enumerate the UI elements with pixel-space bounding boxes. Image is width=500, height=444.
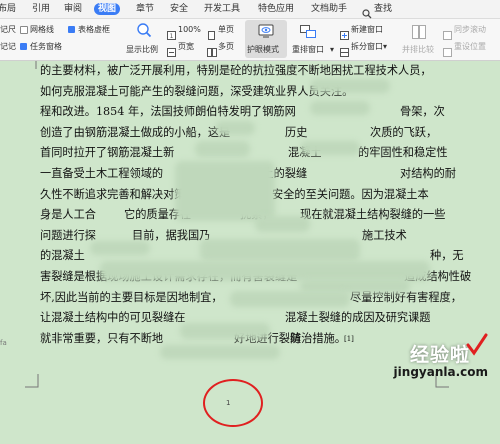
body-line: 程和改进。1854 年，法国技师朗伯特发明了钢筋网 骨架，次 xyxy=(40,105,445,119)
new-window-button[interactable]: 新建窗口 xyxy=(351,25,383,35)
menu-review[interactable]: 审阅 xyxy=(60,3,86,15)
zoom-100-button[interactable]: 100% xyxy=(178,25,201,35)
multi-page-icon[interactable] xyxy=(207,42,217,61)
chevron-down-icon[interactable]: ▾ xyxy=(383,42,387,52)
eye-mode-button[interactable]: 护眼模式 xyxy=(245,20,287,58)
search-label[interactable]: 查找 xyxy=(370,3,396,15)
document-page[interactable]: fa 的主要材料，被广泛开展利用，特别是砼的抗拉强度不断地困扰工程技术人员， 如… xyxy=(0,61,500,444)
gridlines-label: 网格线 xyxy=(30,25,54,34)
gridlines-checkbox[interactable] xyxy=(20,26,28,34)
menu-developer-tools[interactable]: 开发工具 xyxy=(200,3,244,15)
blur-patch xyxy=(310,101,370,115)
watermark-text: 经验啦 xyxy=(409,344,470,366)
watermark-url: jingyanla.com xyxy=(393,365,488,379)
task-pane-checkbox[interactable] xyxy=(20,43,27,50)
blur-patch xyxy=(90,241,150,255)
eye-icon xyxy=(258,23,274,42)
ribbon-toolbar: 记尺 记记 网格线 表格虚框 任务窗格 显示比例 1 100% 页宽 单页 多页… xyxy=(0,19,500,61)
body-line: 如何克服混凝土可能产生的裂缝问题，深受建筑业界人员关注。 xyxy=(40,84,354,98)
top-left-corner-mark xyxy=(35,61,37,69)
rearrange-window-button[interactable]: 重排窗口 xyxy=(292,45,324,55)
menu-security[interactable]: 安全 xyxy=(166,3,192,15)
bottom-left-corner-mark xyxy=(25,374,39,388)
table-borders-checkbox[interactable] xyxy=(68,26,75,33)
left-margin-mark: fa xyxy=(0,339,7,347)
blur-patch xyxy=(300,141,360,155)
task-pane-label: 任务窗格 xyxy=(30,42,62,51)
multi-page-button[interactable]: 多页 xyxy=(218,42,234,52)
menu-view[interactable]: 视图 xyxy=(94,3,121,15)
eye-mode-label: 护眼模式 xyxy=(247,45,279,54)
blur-patch xyxy=(175,161,275,221)
blur-patch xyxy=(180,323,270,339)
single-page-button[interactable]: 单页 xyxy=(218,25,234,35)
sync-scroll-button[interactable]: 同步滚动 xyxy=(454,25,486,35)
zoom-label[interactable]: 显示比例 xyxy=(126,45,158,55)
check-icon xyxy=(466,333,488,361)
blur-patch xyxy=(100,261,430,281)
svg-text:1: 1 xyxy=(170,33,174,40)
split-window-icon[interactable] xyxy=(340,42,349,61)
page-width-icon[interactable] xyxy=(167,42,176,61)
zoom-icon[interactable] xyxy=(136,22,152,42)
chevron-down-icon[interactable]: ▾ xyxy=(330,45,334,55)
menu-special-apps[interactable]: 特色应用 xyxy=(254,3,298,15)
annotation-circle xyxy=(203,379,263,427)
blur-patch xyxy=(310,79,390,93)
split-window-button[interactable]: 拆分窗口 xyxy=(351,42,383,52)
reset-position-icon[interactable] xyxy=(443,42,452,61)
citation-marker[interactable]: [1] xyxy=(344,329,354,350)
blur-patch xyxy=(215,121,255,135)
blur-patch xyxy=(255,216,310,232)
blur-patch xyxy=(195,141,250,157)
menu-doc-assistant[interactable]: 文档助手 xyxy=(307,3,351,15)
menu-bar: 布局 引用 审阅 视图 章节 安全 开发工具 特色应用 文档助手 查找 xyxy=(0,0,500,19)
ribbon-col1-item2[interactable]: 记记 xyxy=(0,42,16,52)
menu-chapter[interactable]: 章节 xyxy=(132,3,158,15)
blur-patch xyxy=(160,345,280,359)
body-line: 的主要材料，被广泛开展利用，特别是砼的抗拉强度不断地困扰工程技术人员， xyxy=(40,64,432,77)
side-by-side-icon[interactable] xyxy=(412,24,426,43)
ribbon-col1-item1[interactable]: 记尺 xyxy=(0,25,16,35)
page-width-button[interactable]: 页宽 xyxy=(178,42,194,52)
menu-layout[interactable]: 布局 xyxy=(0,3,20,15)
blur-patch xyxy=(200,239,360,261)
rearrange-window-icon[interactable] xyxy=(300,24,316,43)
side-by-side-button[interactable]: 并排比较 xyxy=(402,45,434,55)
reset-position-button[interactable]: 重设位置 xyxy=(454,42,486,52)
table-borders-label: 表格虚框 xyxy=(78,25,110,34)
blur-patch xyxy=(230,291,350,307)
menu-references[interactable]: 引用 xyxy=(28,3,54,15)
